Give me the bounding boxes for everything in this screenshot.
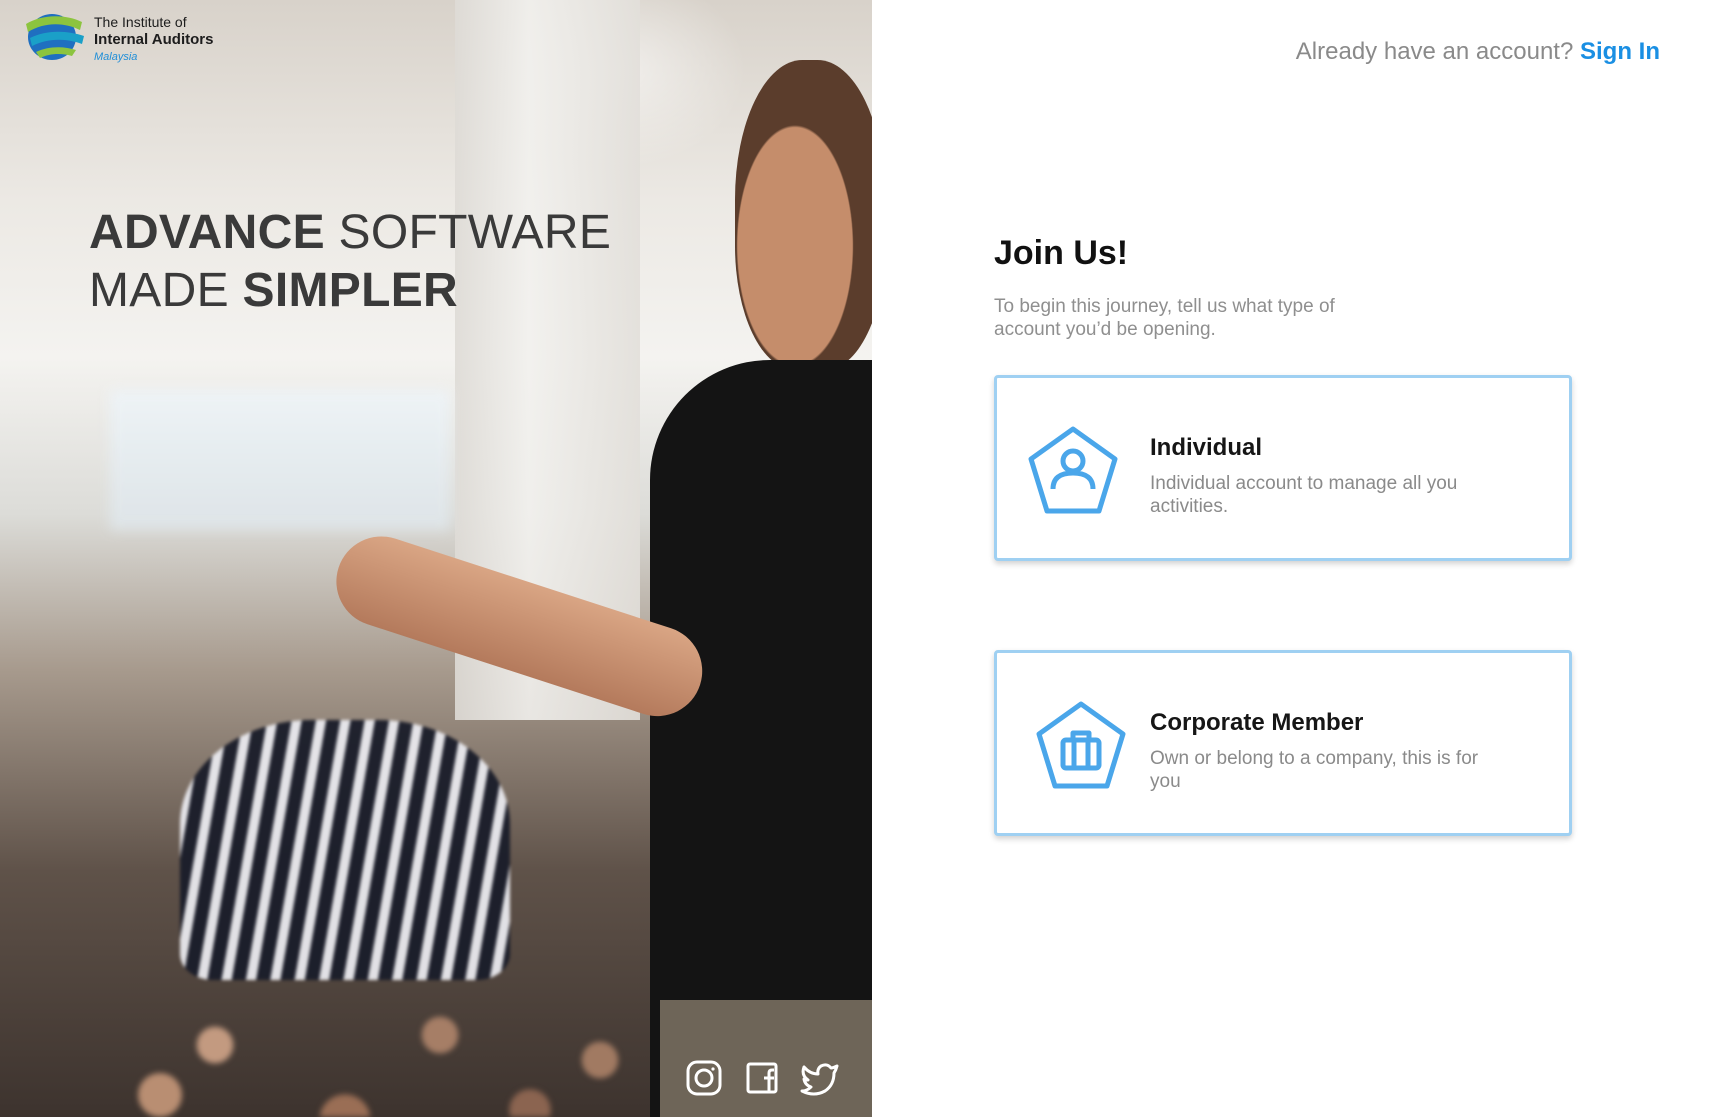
individual-card-title: Individual	[1150, 434, 1263, 461]
hero-panel: The Institute of Internal Auditors Malay…	[0, 0, 872, 1117]
account-type-individual-card[interactable]: Individual Individual account to manage …	[994, 375, 1572, 561]
twitter-icon[interactable]	[800, 1058, 840, 1098]
corporate-card-title: Corporate Member	[1150, 709, 1364, 736]
headline-word-simpler: SIMPLER	[242, 264, 458, 317]
logo-line1: The Institute of	[94, 14, 187, 30]
briefcase-icon	[1036, 701, 1126, 789]
logo-line3: Malaysia	[94, 50, 138, 63]
sign-in-link[interactable]: Sign In	[1580, 38, 1660, 65]
individual-card-description: Individual account to manage all you act…	[1150, 473, 1458, 517]
headline-word-made: MADE	[89, 264, 229, 317]
facebook-icon[interactable]	[742, 1058, 782, 1098]
headline-word-advance: ADVANCE	[89, 206, 325, 259]
hero-speaker-head	[735, 60, 872, 370]
user-icon	[1028, 426, 1118, 514]
hero-audience-striped-shirt	[180, 720, 510, 980]
headline-word-software: SOFTWARE	[338, 206, 612, 259]
account-type-corporate-card[interactable]: Corporate Member Own or belong to a comp…	[994, 650, 1572, 836]
instagram-icon[interactable]	[684, 1058, 724, 1098]
logo-line2: Internal Auditors	[94, 30, 214, 48]
corporate-card-description: Own or belong to a company, this is for …	[1150, 748, 1479, 792]
social-links	[684, 1058, 840, 1098]
hero-headline: ADVANCE SOFTWARE MADE SIMPLER	[89, 204, 611, 320]
logo-globe-icon	[26, 14, 84, 60]
page-subtitle: To begin this journey, tell us what type…	[994, 296, 1335, 340]
sign-in-prompt: Already have an account? Sign In	[1296, 38, 1660, 66]
logo-text: The Institute of Internal Auditors Malay…	[94, 14, 213, 64]
brand-logo[interactable]: The Institute of Internal Auditors Malay…	[22, 10, 213, 64]
page-title: Join Us!	[994, 234, 1129, 272]
already-have-account-text: Already have an account?	[1295, 38, 1574, 65]
